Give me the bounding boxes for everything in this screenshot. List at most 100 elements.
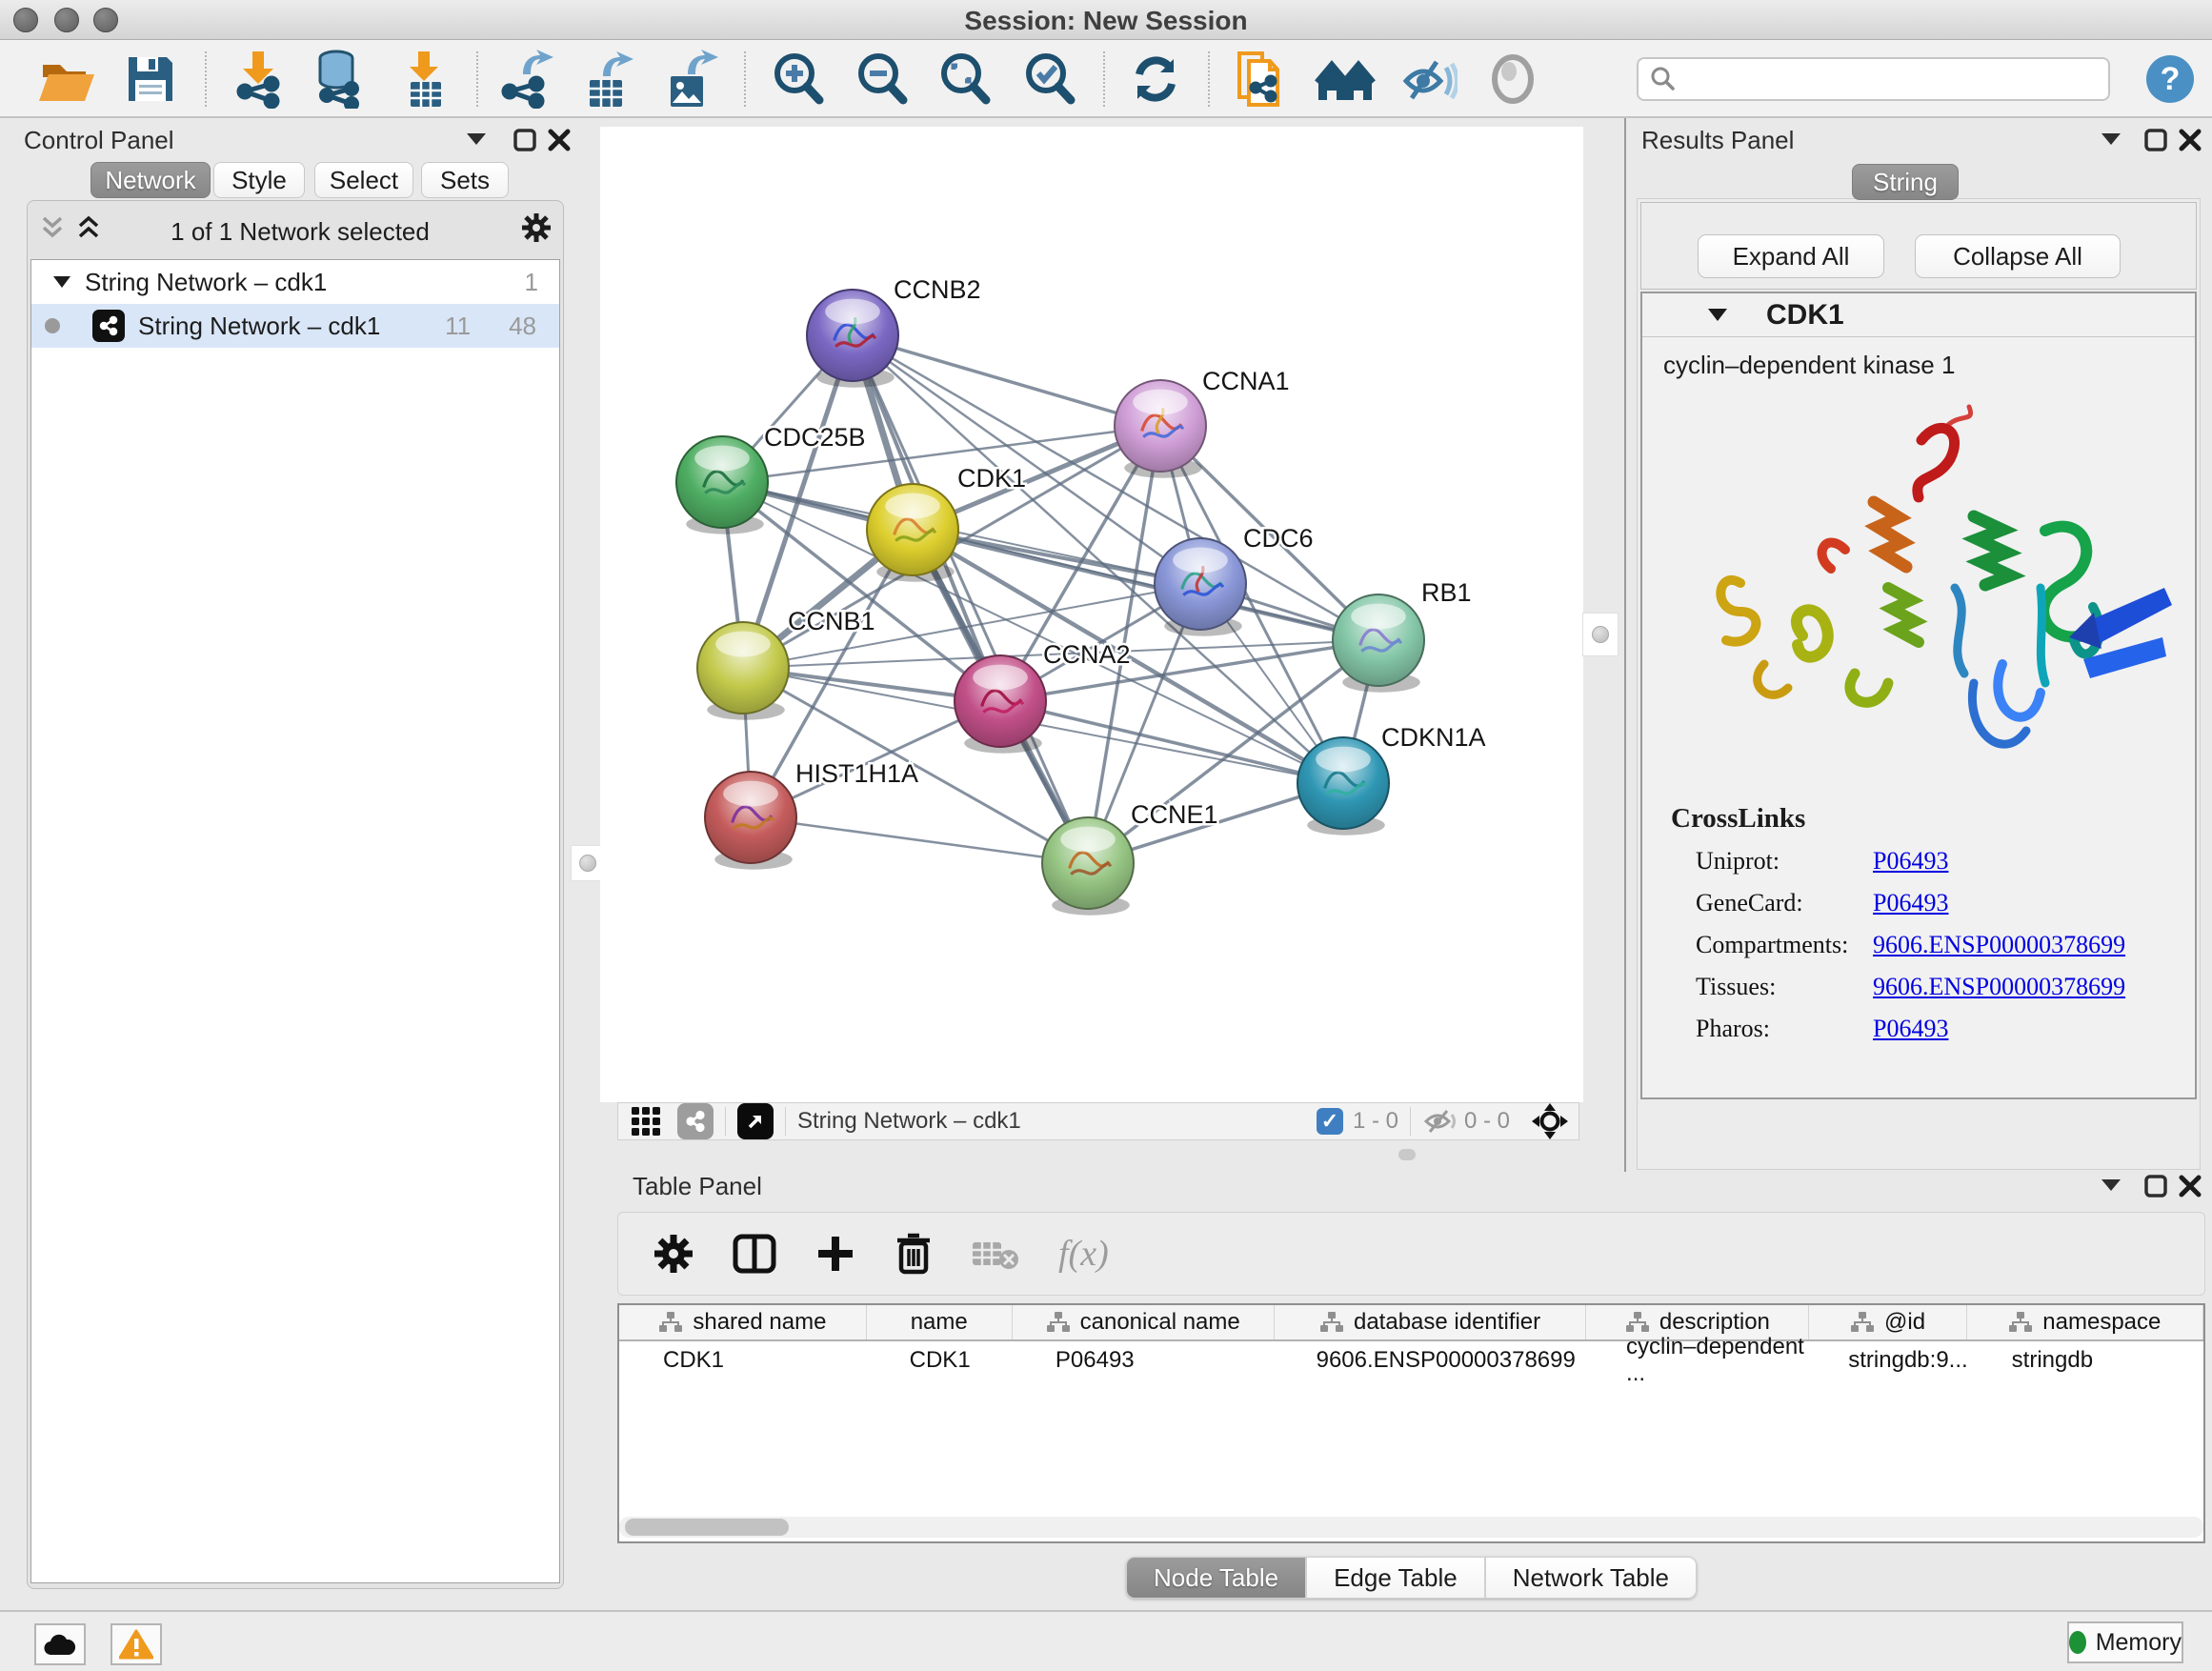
homes-button[interactable] <box>1315 49 1376 110</box>
table-panel-float-button[interactable] <box>2143 1174 2168 1203</box>
export-image-button[interactable] <box>659 49 720 110</box>
table-cell[interactable]: stringdb <box>1968 1341 2203 1379</box>
network-edge[interactable] <box>1000 701 1343 783</box>
network-graph[interactable]: CCNB2CCNA1CDC25BCDK1CDC6RB1CCNB1CCNA2CDK… <box>600 127 1583 1102</box>
column-header-shared-name[interactable]: shared name <box>619 1305 867 1339</box>
save-session-button[interactable] <box>120 49 181 110</box>
tab-network-table[interactable]: Network Table <box>1485 1557 1697 1599</box>
crosslink-value-link[interactable]: 9606.ENSP00000378699 <box>1873 931 2125 959</box>
network-canvas[interactable]: CCNB2CCNA1CDC25BCDK1CDC6RB1CCNB1CCNA2CDK… <box>600 127 1583 1102</box>
network-view-toolbar: String Network – cdk1 ✓ 1 - 0 0 - 0 <box>617 1102 1579 1140</box>
protein-card-header[interactable]: CDK1 <box>1642 293 2195 337</box>
detach-view-button[interactable] <box>737 1103 774 1139</box>
export-table-button[interactable] <box>576 49 637 110</box>
network-node-CDC6[interactable] <box>1155 538 1246 636</box>
table-cell[interactable]: CDK1 <box>866 1341 1012 1379</box>
results-panel-menu-button[interactable] <box>2100 131 2122 151</box>
expand-all-tree-button[interactable] <box>76 215 101 245</box>
import-table-button[interactable] <box>394 49 455 110</box>
network-node-CDC25B[interactable] <box>676 436 768 534</box>
table-options-gear-icon[interactable] <box>653 1233 694 1275</box>
network-node-CCNA2[interactable] <box>955 655 1046 754</box>
horizontal-splitter-handle[interactable] <box>1398 1149 1416 1160</box>
show-columns-icon[interactable] <box>733 1233 776 1275</box>
tab-sets[interactable]: Sets <box>421 162 509 198</box>
results-panel-float-button[interactable] <box>2143 128 2168 157</box>
control-panel-close-button[interactable] <box>547 128 572 157</box>
table-cell[interactable]: CDK1 <box>619 1341 866 1379</box>
warning-status-button[interactable] <box>111 1623 162 1665</box>
eye-button[interactable] <box>1482 49 1543 110</box>
right-splitter-handle[interactable] <box>1583 614 1618 655</box>
control-panel-float-button[interactable] <box>513 128 537 157</box>
table-cell[interactable]: stringdb:9... <box>1804 1341 1967 1379</box>
selected-checkbox-icon[interactable]: ✓ <box>1317 1108 1343 1135</box>
network-edge[interactable] <box>751 817 1088 863</box>
search-input[interactable] <box>1677 66 2086 92</box>
add-column-icon[interactable] <box>814 1233 856 1275</box>
column-header-database-identifier[interactable]: database identifier <box>1275 1305 1587 1339</box>
zoom-fit-button[interactable] <box>935 49 995 110</box>
network-collection-row[interactable]: String Network – cdk1 1 <box>31 260 559 304</box>
zoom-out-button[interactable] <box>852 49 913 110</box>
column-header--id[interactable]: @id <box>1809 1305 1966 1339</box>
network-row[interactable]: String Network – cdk1 11 48 <box>31 304 559 348</box>
zoom-in-button[interactable] <box>768 49 829 110</box>
close-icon <box>2178 128 2202 152</box>
search-field[interactable] <box>1637 57 2110 101</box>
table-cell[interactable]: 9606.ENSP00000378699 <box>1273 1341 1582 1379</box>
table-cell[interactable]: P06493 <box>1012 1341 1273 1379</box>
column-header-canonical-name[interactable]: canonical name <box>1013 1305 1275 1339</box>
table-tabs: Node Table Edge Table Network Table <box>1126 1557 1697 1599</box>
control-panel-menu-button[interactable] <box>465 131 488 151</box>
table-horizontal-scrollbar[interactable] <box>619 1517 2203 1538</box>
crosslink-value-link[interactable]: P06493 <box>1873 847 1948 876</box>
collapse-all-button[interactable] <box>40 215 65 245</box>
network-node-CCNB1[interactable] <box>697 622 789 720</box>
birdseye-crosshair-icon[interactable] <box>1531 1102 1569 1140</box>
zoom-selected-button[interactable] <box>1019 49 1080 110</box>
table-row[interactable]: CDK1CDK1P064939606.ENSP00000378699cyclin… <box>619 1341 2203 1379</box>
collapse-all-button-results[interactable]: Collapse All <box>1915 234 2121 278</box>
network-node-RB1[interactable] <box>1333 594 1424 693</box>
tab-select[interactable]: Select <box>314 162 413 198</box>
expand-all-button[interactable]: Expand All <box>1698 234 1884 278</box>
trash-icon[interactable] <box>895 1232 933 1276</box>
table-panel-close-button[interactable] <box>2178 1174 2202 1203</box>
crosslink-value-link[interactable]: P06493 <box>1873 1015 1948 1043</box>
hidden-eye-icon[interactable] <box>1422 1108 1457 1135</box>
crosslink-value-link[interactable]: P06493 <box>1873 889 1948 917</box>
import-database-button[interactable] <box>307 49 368 110</box>
tab-style[interactable]: Style <box>213 162 305 198</box>
network-node-CCNA1[interactable] <box>1115 380 1206 478</box>
tab-string[interactable]: String <box>1852 164 1959 200</box>
network-list-options-button[interactable] <box>520 211 553 249</box>
open-session-button[interactable] <box>36 49 97 110</box>
results-panel-close-button[interactable] <box>2178 128 2202 157</box>
export-network-button[interactable] <box>494 49 555 110</box>
crosslink-value-link[interactable]: 9606.ENSP00000378699 <box>1873 973 2125 1001</box>
share-document-button[interactable] <box>1230 49 1291 110</box>
left-splitter-handle[interactable] <box>572 846 604 880</box>
table-cell[interactable]: cyclin–dependent ... <box>1582 1341 1804 1379</box>
network-edge[interactable] <box>853 335 1160 426</box>
help-button[interactable]: ? <box>2140 49 2201 110</box>
view-share-icon[interactable] <box>677 1103 714 1139</box>
tab-network[interactable]: Network <box>90 162 211 198</box>
network-node-CDK1[interactable] <box>867 484 958 582</box>
column-header-namespace[interactable]: namespace <box>1967 1305 2203 1339</box>
tab-edge-table[interactable]: Edge Table <box>1306 1557 1485 1599</box>
network-node-HIST1H1A[interactable] <box>705 772 796 870</box>
refresh-button[interactable] <box>1125 49 1186 110</box>
cloud-status-button[interactable] <box>34 1623 86 1665</box>
memory-button[interactable]: Memory <box>2067 1621 2183 1663</box>
grid-mode-icon[interactable] <box>630 1105 662 1137</box>
tab-node-table[interactable]: Node Table <box>1126 1557 1306 1599</box>
scrollbar-thumb[interactable] <box>625 1519 789 1536</box>
network-node-CDKN1A[interactable] <box>1297 737 1389 836</box>
import-network-button[interactable] <box>228 49 289 110</box>
network-node-CCNE1[interactable] <box>1042 817 1134 916</box>
column-header-name[interactable]: name <box>867 1305 1013 1339</box>
hide-eye-button[interactable] <box>1398 49 1458 110</box>
table-panel-menu-button[interactable] <box>2100 1178 2122 1198</box>
